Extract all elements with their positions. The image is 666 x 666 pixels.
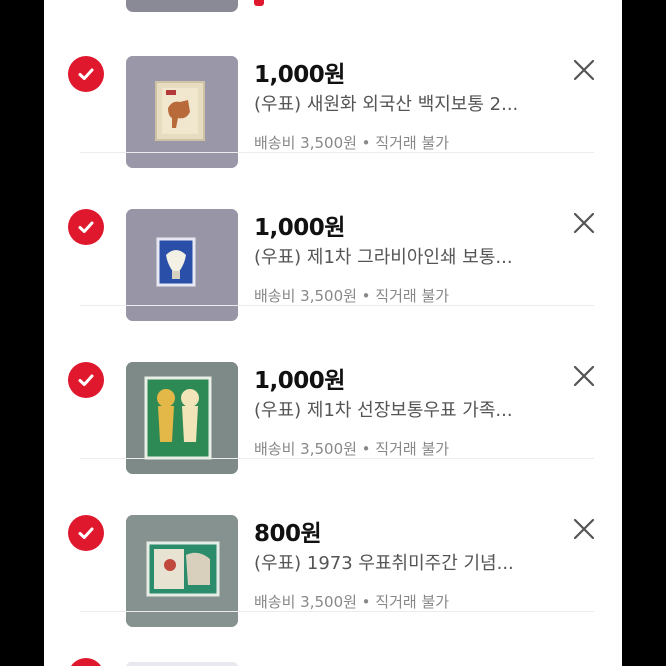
cart-panel: 1,000원 (우표) 새원화 외국산 백지보통 2... 배송비 3,500원… [44,0,622,666]
close-icon [573,59,595,81]
item-price: 800원 [254,521,322,547]
partial-item-thumbnail[interactable] [126,662,238,666]
item-title[interactable]: (우표) 제1차 그라비아인쇄 보통... [254,243,554,269]
check-icon [78,527,94,539]
check-icon [78,221,94,233]
check-icon [78,68,94,80]
remove-item-button[interactable] [570,56,598,84]
item-checkbox[interactable] [68,209,104,245]
item-title[interactable]: (우표) 제1차 선장보통우표 가족... [254,396,554,422]
close-icon [573,518,595,540]
partial-item-checkbox[interactable] [68,658,104,666]
item-meta: 배송비 3,500원 • 직거래 불가 [254,440,450,458]
remove-item-button[interactable] [570,515,598,543]
cart-item: 1,000원 (우표) 제1차 선장보통우표 가족... 배송비 3,500원 … [44,306,622,474]
close-icon [573,212,595,234]
cart-item: 1,000원 (우표) 제1차 그라비아인쇄 보통... 배송비 3,500원 … [44,153,622,321]
item-title[interactable]: (우표) 1973 우표취미주간 기념... [254,549,554,575]
item-checkbox[interactable] [68,56,104,92]
item-meta: 배송비 3,500원 • 직거래 불가 [254,593,450,611]
cart-item: 1,000원 (우표) 새원화 외국산 백지보통 2... 배송비 3,500원… [44,0,622,168]
close-icon [573,365,595,387]
item-price: 1,000원 [254,215,345,241]
remove-item-button[interactable] [570,209,598,237]
item-title[interactable]: (우표) 새원화 외국산 백지보통 2... [254,90,554,116]
cart-item: 800원 (우표) 1973 우표취미주간 기념... 배송비 3,500원 •… [44,459,622,627]
item-meta: 배송비 3,500원 • 직거래 불가 [254,287,450,305]
item-checkbox[interactable] [68,515,104,551]
remove-item-button[interactable] [570,362,598,390]
check-icon [78,374,94,386]
item-price: 1,000원 [254,368,345,394]
item-checkbox[interactable] [68,362,104,398]
item-meta: 배송비 3,500원 • 직거래 불가 [254,134,450,152]
divider [80,611,594,612]
cart-list: 1,000원 (우표) 새원화 외국산 백지보통 2... 배송비 3,500원… [44,0,622,666]
item-price: 1,000원 [254,62,345,88]
